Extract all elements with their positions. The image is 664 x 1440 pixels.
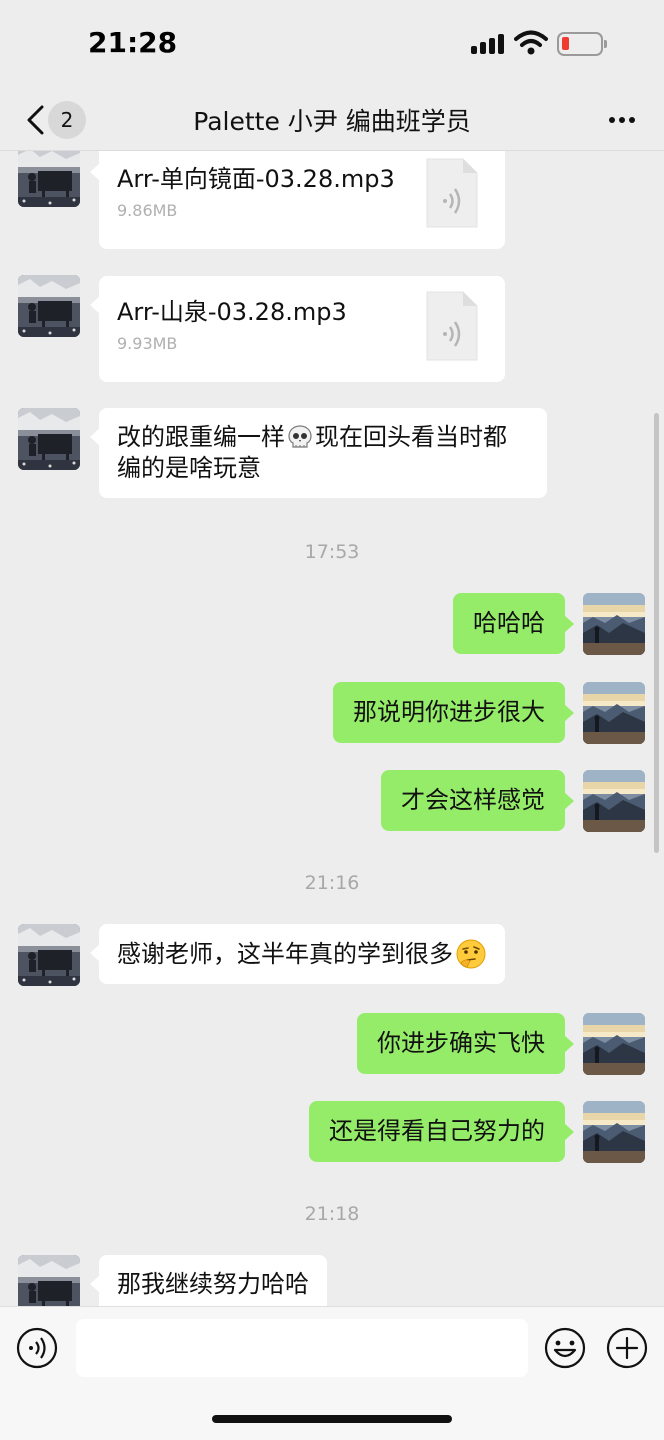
message-bubble-incoming[interactable]: 改的跟重编一样 现在回头看当时都编的是啥玩意 bbox=[90, 408, 547, 498]
plus-icon[interactable] bbox=[605, 1326, 649, 1370]
chat-title: Palette 小尹 编曲班学员 bbox=[193, 107, 471, 136]
message-bubble-outgoing[interactable]: 你进步确实飞快 bbox=[357, 1013, 574, 1074]
message-bubble-incoming[interactable]: 那我继续努力哈哈 bbox=[90, 1255, 327, 1306]
battery-level bbox=[562, 37, 569, 50]
more-dot-icon bbox=[609, 117, 615, 123]
message-text: 才会这样感觉 bbox=[401, 786, 545, 814]
message-text: 编的是啥玩意 bbox=[117, 454, 261, 482]
file-message[interactable]: Arr-山泉-03.28.mp3 9.93MB bbox=[90, 276, 505, 382]
my-avatar[interactable] bbox=[583, 593, 645, 655]
contact-avatar[interactable] bbox=[18, 275, 80, 337]
message-text: 你进步确实飞快 bbox=[377, 1029, 545, 1057]
message-text: 现在回头看当时都 bbox=[315, 423, 507, 451]
file-size: 9.86MB bbox=[117, 201, 178, 220]
my-avatar[interactable] bbox=[583, 1101, 645, 1163]
contact-avatar[interactable] bbox=[18, 408, 80, 470]
status-time: 21:28 bbox=[88, 26, 178, 59]
scrollbar[interactable] bbox=[654, 413, 659, 853]
message-text: 那说明你进步很大 bbox=[353, 698, 545, 726]
chevron-left-icon bbox=[27, 105, 44, 135]
message-bubble-incoming[interactable]: 感谢老师，这半年真的学到很多 bbox=[90, 924, 505, 984]
message-bubble-outgoing[interactable]: 哈哈哈 bbox=[453, 593, 574, 654]
timestamp: 21:16 bbox=[304, 872, 360, 894]
audio-file-icon bbox=[426, 158, 478, 228]
message-text: 还是得看自己努力的 bbox=[329, 1117, 545, 1145]
contact-avatar[interactable] bbox=[18, 150, 80, 207]
status-bar: 21:28 bbox=[0, 0, 664, 90]
my-avatar[interactable] bbox=[583, 770, 645, 832]
contact-avatar[interactable] bbox=[18, 1255, 80, 1306]
file-name: Arr-山泉-03.28.mp3 bbox=[117, 298, 347, 326]
more-options-button[interactable] bbox=[600, 100, 644, 140]
message-list[interactable]: Arr-单向镜面-03.28.mp3 9.86MB Arr-山泉-03.28.m… bbox=[0, 150, 664, 1306]
more-dot-icon bbox=[629, 117, 635, 123]
message-bubble-outgoing[interactable]: 还是得看自己努力的 bbox=[309, 1101, 574, 1162]
audio-file-icon bbox=[426, 291, 478, 361]
timestamp: 17:53 bbox=[304, 541, 360, 563]
skull-emoji-icon bbox=[288, 425, 312, 448]
my-avatar[interactable] bbox=[583, 682, 645, 744]
chat-header: 2 Palette 小尹 编曲班学员 bbox=[0, 90, 664, 150]
back-button[interactable]: 2 bbox=[18, 100, 88, 140]
cellular-signal-icon bbox=[471, 34, 507, 54]
file-name: Arr-单向镜面-03.28.mp3 bbox=[117, 165, 395, 193]
message-text: 哈哈哈 bbox=[473, 609, 545, 637]
home-indicator[interactable] bbox=[212, 1415, 452, 1423]
input-bar bbox=[0, 1306, 664, 1440]
message-input[interactable] bbox=[76, 1319, 528, 1377]
file-message[interactable]: Arr-单向镜面-03.28.mp3 9.86MB bbox=[90, 151, 505, 249]
emoji-icon[interactable] bbox=[543, 1326, 587, 1370]
message-text: 改的跟重编一样 bbox=[117, 423, 285, 451]
file-size: 9.93MB bbox=[117, 334, 178, 353]
wifi-icon bbox=[514, 30, 548, 55]
message-text: 感谢老师，这半年真的学到很多 bbox=[117, 940, 453, 968]
timestamp: 21:18 bbox=[304, 1203, 360, 1225]
more-dot-icon bbox=[619, 117, 625, 123]
my-avatar[interactable] bbox=[583, 1013, 645, 1075]
thinking-face-emoji-icon bbox=[456, 939, 486, 969]
message-bubble-outgoing[interactable]: 才会这样感觉 bbox=[381, 770, 574, 831]
voice-icon[interactable] bbox=[15, 1326, 59, 1370]
contact-avatar[interactable] bbox=[18, 924, 80, 986]
unread-count-badge: 2 bbox=[48, 101, 86, 139]
battery-icon bbox=[557, 32, 607, 56]
message-bubble-outgoing[interactable]: 那说明你进步很大 bbox=[333, 682, 574, 743]
message-text: 那我继续努力哈哈 bbox=[117, 1270, 309, 1298]
